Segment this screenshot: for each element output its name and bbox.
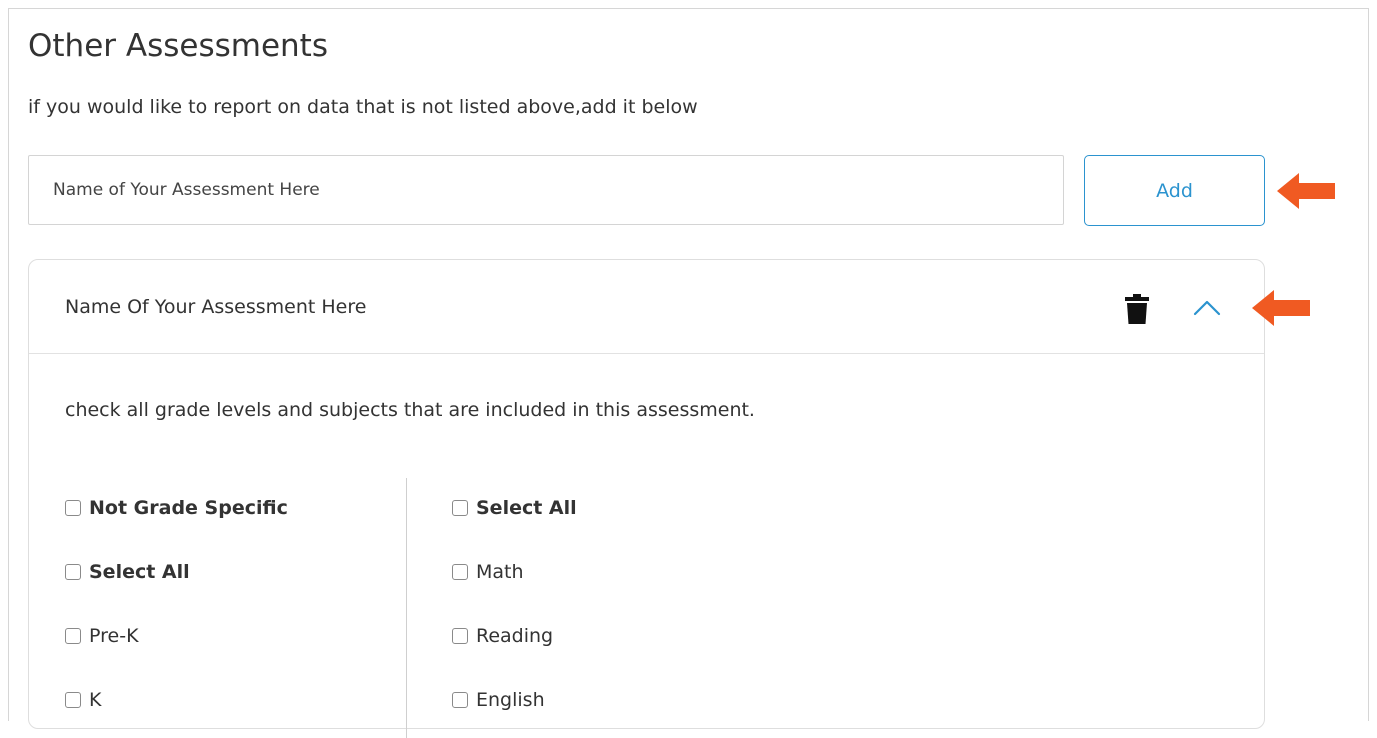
grade-k[interactable]: K (65, 668, 288, 732)
grade-pre-k[interactable]: Pre-K (65, 604, 288, 668)
column-divider (406, 478, 407, 738)
section-title: Other Assessments (28, 28, 328, 64)
assessment-card: Name Of Your Assessment Here check all g… (28, 259, 1265, 738)
assessment-name-input[interactable] (28, 155, 1064, 225)
subject-reading[interactable]: Reading (452, 604, 577, 668)
grade-select-all[interactable]: Select All (65, 540, 288, 604)
checkbox[interactable] (65, 628, 81, 644)
assessment-instruction: check all grade levels and subjects that… (65, 399, 755, 421)
checkbox-label: Select All (476, 497, 577, 519)
checkbox-label: Math (476, 561, 524, 583)
annotation-arrow-add-icon (1277, 173, 1335, 209)
subject-math[interactable]: Math (452, 540, 577, 604)
checkbox[interactable] (452, 628, 468, 644)
checkbox-label: Select All (89, 561, 190, 583)
assessment-card-title: Name Of Your Assessment Here (65, 296, 367, 318)
subjects-list: Select All Math Reading English (452, 476, 577, 732)
section-subtitle: if you would like to report on data that… (28, 96, 698, 118)
annotation-arrow-collapse-icon (1252, 290, 1310, 326)
checkbox-label: Not Grade Specific (89, 497, 288, 519)
checkbox-label: English (476, 689, 545, 711)
checkbox-label: Reading (476, 625, 554, 647)
checkbox[interactable] (452, 692, 468, 708)
add-button[interactable]: Add (1084, 155, 1265, 226)
trash-icon[interactable] (1125, 294, 1149, 324)
assessment-card-header: Name Of Your Assessment Here (29, 260, 1264, 354)
grade-not-grade-specific[interactable]: Not Grade Specific (65, 476, 288, 540)
checkbox[interactable] (452, 500, 468, 516)
checkbox[interactable] (65, 564, 81, 580)
grade-levels-list: Not Grade Specific Select All Pre-K K (65, 476, 288, 732)
subject-english[interactable]: English (452, 668, 577, 732)
checkbox[interactable] (65, 692, 81, 708)
subject-select-all[interactable]: Select All (452, 476, 577, 540)
checkbox-label: Pre-K (89, 625, 139, 647)
checkbox-label: K (89, 689, 102, 711)
checkbox[interactable] (65, 500, 81, 516)
chevron-up-icon[interactable] (1192, 298, 1222, 318)
checkbox[interactable] (452, 564, 468, 580)
